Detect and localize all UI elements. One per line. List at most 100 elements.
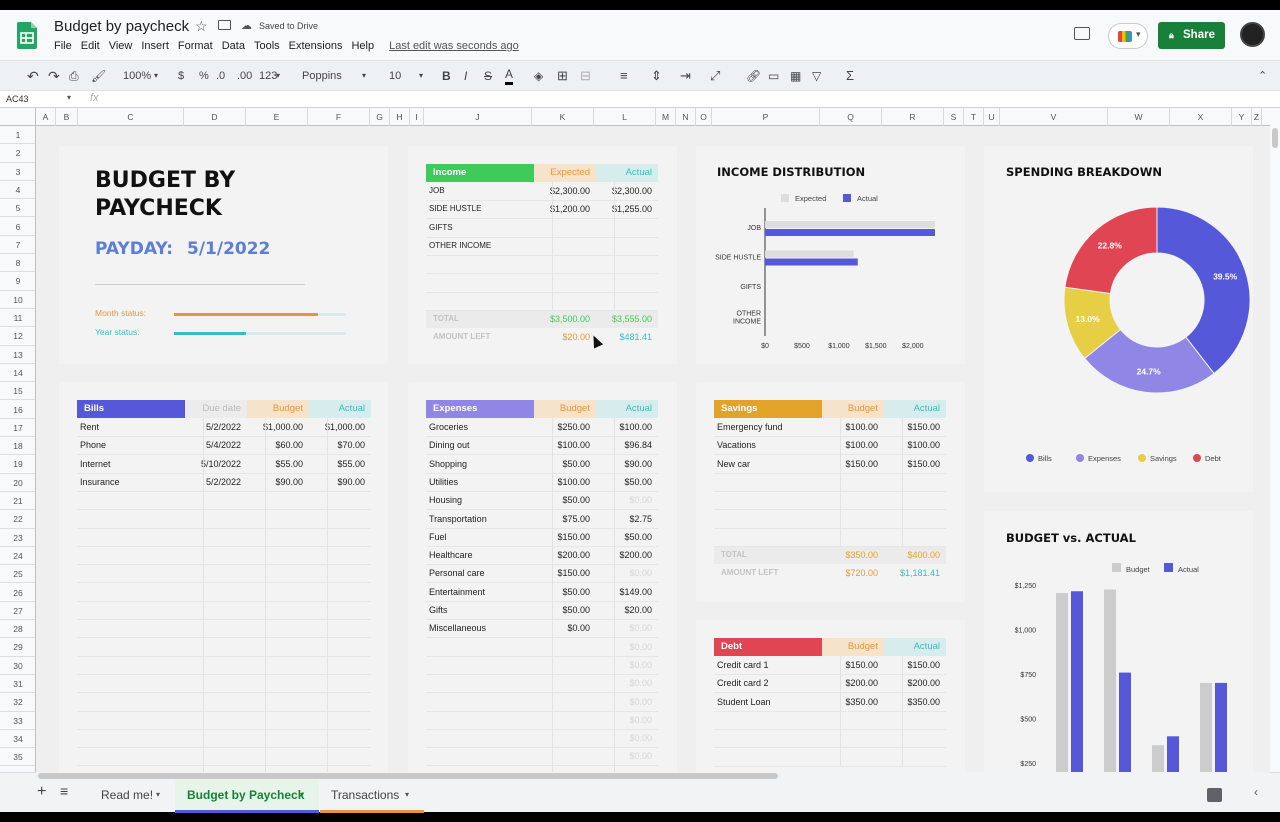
table-row[interactable]: Gifts $50.00 $20.00 xyxy=(426,601,658,619)
row-header[interactable]: 22 xyxy=(0,510,35,529)
column-header[interactable]: G xyxy=(370,108,390,126)
borders-icon[interactable]: ⊞ xyxy=(557,61,568,91)
table-row[interactable]: Shopping $50.00 $90.00 xyxy=(426,455,658,473)
row-header[interactable]: 12 xyxy=(0,327,35,346)
comments-icon[interactable] xyxy=(1074,27,1090,40)
row-header[interactable]: 33 xyxy=(0,712,35,730)
income-distribution-card[interactable]: INCOME DISTRIBUTION Expected Actual JOB SID… xyxy=(696,146,965,364)
column-header[interactable]: Y xyxy=(1232,108,1252,126)
column-header[interactable]: B xyxy=(56,108,78,126)
column-header[interactable]: A xyxy=(36,108,56,126)
column-header[interactable]: P xyxy=(712,108,820,126)
column-header[interactable]: U xyxy=(984,108,1000,126)
row-header[interactable]: 19 xyxy=(0,455,35,474)
menu-format[interactable]: Format xyxy=(178,40,213,56)
row-header[interactable]: 26 xyxy=(0,584,35,602)
align-left-icon[interactable]: ≡ xyxy=(620,61,628,91)
column-header[interactable]: N xyxy=(676,108,696,126)
table-row[interactable]: Entertainment $50.00 $149.00 xyxy=(426,583,658,601)
row-header[interactable]: 23 xyxy=(0,529,35,547)
table-row[interactable]: Dining out $100.00 $96.84 xyxy=(426,436,658,454)
column-header[interactable]: F xyxy=(308,108,370,126)
row-header[interactable]: 18 xyxy=(0,437,35,456)
table-row[interactable]: Personal care $150.00 $0.00 xyxy=(426,564,658,582)
text-wrap-icon[interactable]: ⇥ xyxy=(680,61,691,91)
sheets-logo-icon[interactable] xyxy=(17,22,37,49)
column-header[interactable]: E xyxy=(246,108,308,126)
row-header[interactable]: 28 xyxy=(0,620,35,639)
column-header[interactable]: M xyxy=(656,108,676,126)
explore-icon[interactable] xyxy=(1207,788,1222,802)
share-button[interactable]: 🔒︎ Share xyxy=(1158,22,1225,49)
text-color-icon[interactable]: A xyxy=(505,63,514,85)
percent-format-button[interactable]: % xyxy=(199,61,209,91)
row-header[interactable]: 17 xyxy=(0,419,35,438)
column-header[interactable]: K xyxy=(532,108,594,126)
row-header[interactable]: 20 xyxy=(0,474,35,492)
vertical-scroll-thumb[interactable] xyxy=(1272,128,1278,148)
meet-button[interactable]: ▾ xyxy=(1108,23,1148,49)
collapse-sidebar-icon[interactable]: ‹ xyxy=(1254,785,1258,799)
text-rotate-icon[interactable]: ⤢ xyxy=(710,61,720,91)
increase-decimal-button[interactable]: .00 xyxy=(237,61,252,91)
font-select[interactable]: Poppins xyxy=(302,61,342,91)
undo-icon[interactable]: ↶ xyxy=(27,61,39,91)
row-header[interactable]: 1 xyxy=(0,126,35,145)
filter-icon[interactable]: ▽ xyxy=(812,61,821,91)
row-header[interactable]: 2 xyxy=(0,144,35,163)
row-header[interactable]: 5 xyxy=(0,199,35,218)
row-header[interactable]: 24 xyxy=(0,547,35,566)
account-avatar[interactable] xyxy=(1240,22,1265,47)
column-header[interactable]: S xyxy=(944,108,964,126)
table-row[interactable]: GIFTS xyxy=(426,219,658,237)
menu-insert[interactable]: Insert xyxy=(141,40,169,56)
vertical-align-icon[interactable]: ⇕ xyxy=(651,61,662,91)
row-header[interactable]: 3 xyxy=(0,163,35,181)
currency-format-button[interactable]: $ xyxy=(178,61,184,91)
row-header[interactable]: 25 xyxy=(0,565,35,584)
bold-icon[interactable]: B xyxy=(442,61,451,91)
column-header[interactable]: V xyxy=(1000,108,1108,126)
row-header[interactable]: 8 xyxy=(0,254,35,273)
sheet-grid[interactable]: BUDGET BY PAYCHECK PAYDAY: 5/1/2022 Mont… xyxy=(36,126,1270,772)
column-header[interactable]: H xyxy=(390,108,410,126)
decrease-decimal-button[interactable]: .0 xyxy=(216,61,225,91)
column-header[interactable]: L xyxy=(594,108,656,126)
row-header[interactable]: 11 xyxy=(0,309,35,328)
row-header[interactable]: 27 xyxy=(0,602,35,621)
table-row[interactable]: Miscellaneous $0.00 $0.00 xyxy=(426,619,658,637)
select-all-corner[interactable] xyxy=(0,108,36,126)
vertical-scrollbar[interactable] xyxy=(1270,108,1280,772)
fill-color-icon[interactable]: ◈ xyxy=(534,61,543,91)
table-row[interactable]: Emergency fund $100.00 $150.00 xyxy=(714,418,946,436)
row-header[interactable]: 6 xyxy=(0,218,35,236)
formula-input[interactable] xyxy=(112,92,1262,107)
row-header[interactable]: 16 xyxy=(0,401,35,419)
table-row[interactable]: Credit card 2 $200.00 $200.00 xyxy=(714,674,946,692)
row-header[interactable]: 31 xyxy=(0,675,35,694)
column-header[interactable]: I xyxy=(410,108,424,126)
row-header[interactable]: 21 xyxy=(0,492,35,511)
table-row[interactable]: Credit card 1 $150.00 $150.00 xyxy=(714,656,946,674)
spending-breakdown-card[interactable]: SPENDING BREAKDOWN 39.5% 24.7% 13.0% 22.8% B… xyxy=(984,146,1253,492)
table-row[interactable]: SIDE HUSTLE $1,200.00 $1,255.00 xyxy=(426,200,658,218)
horizontal-scroll-thumb[interactable] xyxy=(38,773,778,779)
row-header[interactable]: 29 xyxy=(0,638,35,657)
table-row[interactable]: New car $150.00 $150.00 xyxy=(714,455,946,473)
row-header[interactable]: 14 xyxy=(0,364,35,383)
column-header[interactable]: X xyxy=(1170,108,1232,126)
column-header[interactable]: D xyxy=(184,108,246,126)
row-header[interactable]: 7 xyxy=(0,236,35,255)
column-header[interactable]: Z xyxy=(1252,108,1262,126)
print-icon[interactable]: ⎙ xyxy=(69,61,79,91)
add-sheet-icon[interactable]: + xyxy=(37,783,46,801)
table-row[interactable]: Vacations $100.00 $100.00 xyxy=(714,436,946,454)
row-header[interactable]: 4 xyxy=(0,181,35,200)
row-header[interactable]: 10 xyxy=(0,291,35,309)
functions-icon[interactable]: Σ xyxy=(846,61,854,91)
row-header[interactable]: 9 xyxy=(0,272,35,291)
table-row[interactable]: Healthcare $200.00 $200.00 xyxy=(426,546,658,564)
table-row[interactable]: Fuel $150.00 $50.00 xyxy=(426,528,658,546)
insert-comment-icon[interactable]: ▭ xyxy=(768,61,779,91)
name-box[interactable]: AC43 xyxy=(6,94,29,104)
